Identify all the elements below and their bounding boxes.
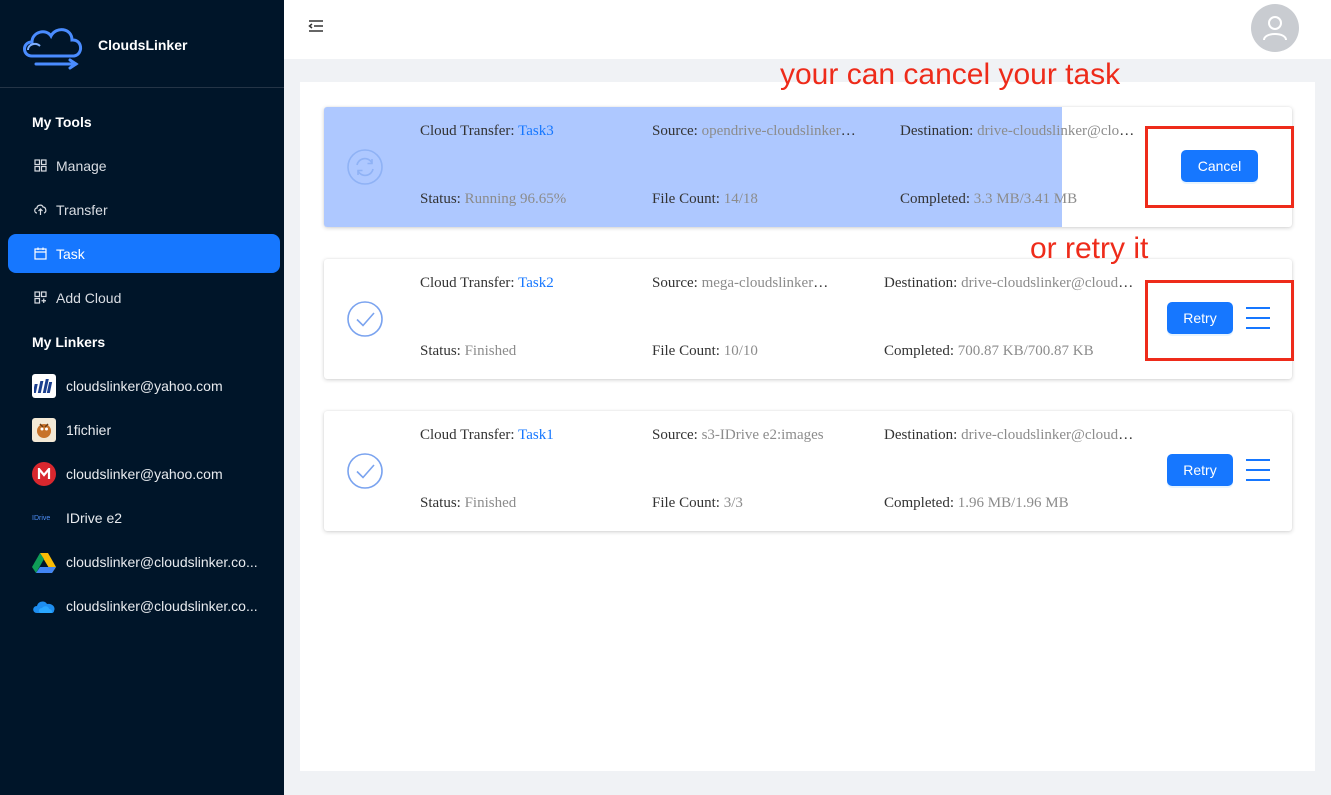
task-completed-field: Completed: 700.87 KB/700.87 KB — [884, 343, 1094, 359]
mega-icon — [32, 462, 56, 486]
user-icon — [1263, 16, 1287, 41]
linker-item-mega[interactable]: cloudslinker@yahoo.com — [32, 462, 223, 486]
annotation-box-retry — [1145, 280, 1294, 361]
annotation-retry-note: or retry it — [1030, 232, 1149, 265]
add-cloud-icon — [32, 290, 48, 306]
app: CloudsLinker My Tools Manage Transfer Ta… — [0, 0, 1331, 795]
1fichier-icon — [32, 418, 56, 442]
task-completed-field: Completed: 1.96 MB/1.96 MB — [884, 495, 1069, 511]
task-name-link[interactable]: Task3 — [518, 123, 554, 139]
task-completed-value: 1.96 MB/1.96 MB — [957, 495, 1069, 511]
task-status-value: Finished — [464, 495, 517, 511]
task-file-count-field: File Count: 10/10 — [652, 343, 758, 359]
task-source-value: mega-cloudslinker@yahoo.com — [701, 275, 842, 291]
task-name-field: Cloud Transfer: Task1 — [420, 427, 554, 443]
linker-label: cloudslinker@yahoo.com — [66, 378, 223, 394]
annotation-cancel-note: your can cancel your task — [780, 58, 1121, 91]
grid-icon — [32, 158, 48, 174]
task-name-link[interactable]: Task1 — [518, 427, 554, 443]
sidebar-item-task[interactable]: Task — [8, 234, 280, 273]
task-file-count-value: 10/10 — [723, 343, 758, 359]
annotation-box-cancel — [1145, 126, 1294, 208]
task-destination-field: Destination: drive-cloudslinker@cloudsli… — [900, 123, 1140, 140]
cloud-upload-icon — [32, 202, 48, 218]
task-name-field: Cloud Transfer: Task2 — [420, 275, 554, 291]
task-completed-value: 700.87 KB/700.87 KB — [957, 343, 1094, 359]
brand-logo[interactable]: CloudsLinker — [18, 14, 187, 76]
linker-label: cloudslinker@cloudslinker.co... — [66, 554, 258, 570]
task-file-count-value: 3/3 — [723, 495, 743, 511]
cloud-logo-icon — [23, 28, 82, 70]
sidebar-item-transfer[interactable]: Transfer — [8, 190, 280, 229]
task-status-value: Finished — [464, 343, 517, 359]
sync-icon — [347, 149, 383, 185]
task-name-link[interactable]: Task2 — [518, 275, 554, 291]
task-file-count-value: 14/18 — [723, 191, 758, 207]
task-menu-icon[interactable] — [1246, 459, 1270, 481]
check-circle-icon — [347, 453, 383, 489]
group-title-my-linkers: My Linkers — [32, 334, 106, 350]
yahoo-bars-icon — [32, 374, 56, 398]
linker-label: cloudslinker@cloudslinker.co... — [66, 598, 258, 614]
sidebar: CloudsLinker My Tools Manage Transfer Ta… — [0, 0, 284, 795]
user-avatar[interactable] — [1251, 4, 1299, 52]
task-source-value: s3-IDrive e2:images — [701, 427, 824, 443]
task-source-field: Source: opendrive-cloudslinker@yahoo.com — [652, 123, 866, 140]
idrive-icon: IDrive — [32, 514, 51, 522]
google-drive-icon — [32, 550, 56, 574]
task-name-field: Cloud Transfer: Task3 — [420, 123, 554, 139]
task-status-field: Status: Finished — [420, 343, 517, 359]
task-destination-value: drive-cloudslinker@cloudslinker.com — [961, 427, 1136, 443]
task-status-field: Status: Finished — [420, 495, 517, 511]
retry-button[interactable]: Retry — [1167, 454, 1233, 486]
menu-fold-icon[interactable] — [308, 18, 324, 34]
task-destination-value: drive-cloudslinker@cloudslinker.com — [961, 275, 1136, 291]
sidebar-item-label: Add Cloud — [56, 289, 122, 306]
linker-label: 1fichier — [66, 422, 112, 438]
task-destination-value: drive-cloudslinker@cloudslinker.com — [977, 123, 1140, 139]
task-source-field: Source: mega-cloudslinker@yahoo.com — [652, 275, 842, 292]
task-file-count-field: File Count: 3/3 — [652, 495, 743, 511]
task-completed-field: Completed: 3.3 MB/3.41 MB — [900, 191, 1078, 207]
brand-name: CloudsLinker — [98, 37, 188, 53]
onedrive-icon — [32, 594, 56, 618]
task-destination-field: Destination: drive-cloudslinker@cloudsli… — [884, 427, 1136, 444]
top-header — [284, 0, 1331, 59]
check-circle-icon — [347, 301, 383, 337]
linker-item-yahoo-1[interactable]: cloudslinker@yahoo.com — [32, 374, 223, 398]
sidebar-divider — [0, 87, 284, 88]
linker-item-idrive[interactable]: IDrive IDrive e2 — [32, 506, 122, 530]
linker-item-onedrive[interactable]: cloudslinker@cloudslinker.co... — [32, 594, 258, 618]
task-source-field: Source: s3-IDrive e2:images — [652, 427, 824, 443]
group-title-my-tools: My Tools — [32, 114, 92, 130]
sidebar-item-manage[interactable]: Manage — [8, 146, 280, 185]
sidebar-item-label: Transfer — [56, 201, 108, 218]
task-file-count-field: File Count: 14/18 — [652, 191, 758, 207]
linker-item-1fichier[interactable]: 1fichier — [32, 418, 111, 442]
calendar-icon — [32, 246, 48, 262]
task-destination-field: Destination: drive-cloudslinker@cloudsli… — [884, 275, 1136, 292]
task-completed-value: 3.3 MB/3.41 MB — [973, 191, 1078, 207]
linker-label: cloudslinker@yahoo.com — [66, 466, 223, 482]
task-card-task1: Cloud Transfer: Task1 Source: s3-IDrive … — [324, 411, 1292, 531]
task-status-field: Status: Running 96.65% — [420, 191, 567, 207]
sidebar-item-add-cloud[interactable]: Add Cloud — [8, 278, 280, 317]
linker-label: IDrive e2 — [66, 510, 123, 526]
linker-item-google-drive[interactable]: cloudslinker@cloudslinker.co... — [32, 550, 258, 574]
task-status-value: Running 96.65% — [464, 191, 567, 207]
sidebar-item-label: Manage — [56, 157, 107, 174]
sidebar-item-label: Task — [56, 245, 85, 262]
task-source-value: opendrive-cloudslinker@yahoo.com — [701, 123, 866, 139]
